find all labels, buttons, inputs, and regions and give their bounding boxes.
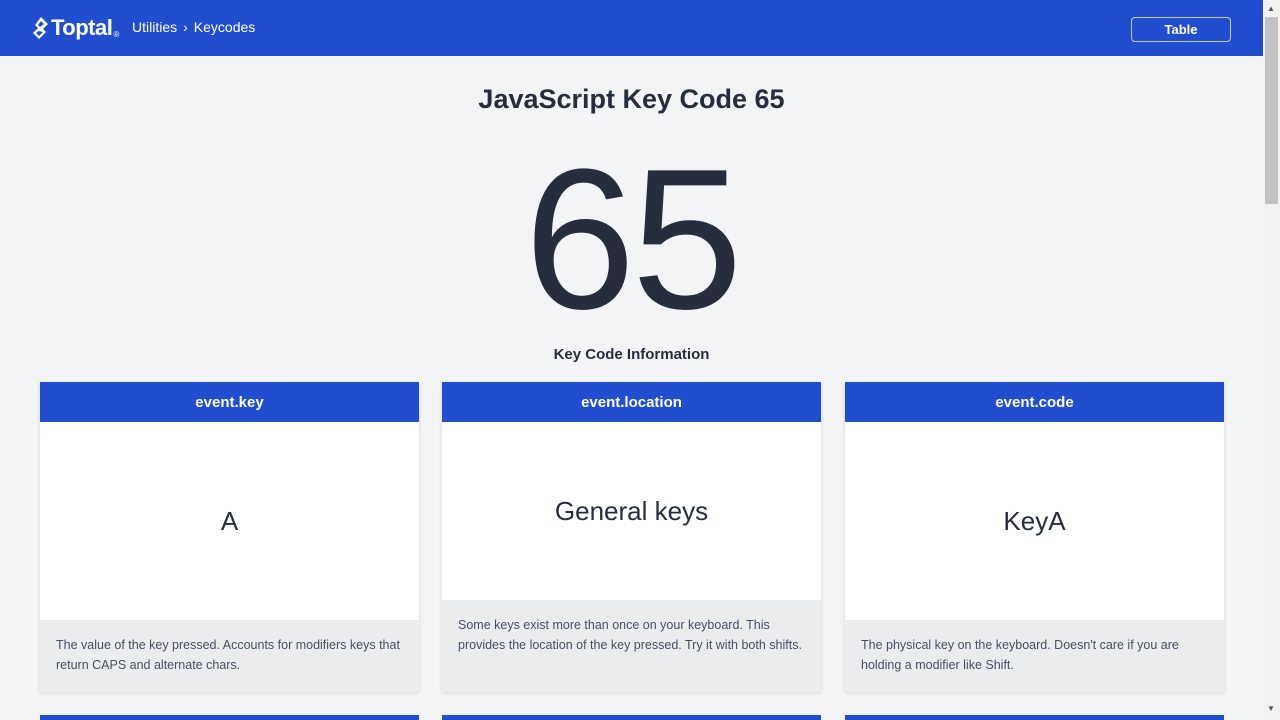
next-card-header: [40, 715, 419, 720]
breadcrumb: Utilities › Keycodes: [132, 19, 255, 35]
toptal-logo[interactable]: Toptal ®: [32, 15, 119, 41]
event-key-card: event.key A The value of the key pressed…: [40, 382, 419, 692]
next-card-header: [845, 715, 1224, 720]
event-location-card-title: event.location: [442, 382, 821, 422]
event-location-description: Some keys exist more than once on your k…: [442, 600, 821, 692]
event-key-card-title: event.key: [40, 382, 419, 422]
scroll-down-arrow-icon[interactable]: ▼: [1267, 704, 1275, 713]
vertical-scrollbar[interactable]: ▲ ▼: [1263, 0, 1280, 720]
toptal-logo-icon: [33, 17, 48, 39]
scrollbar-thumb[interactable]: [1265, 17, 1278, 204]
top-navigation-bar: Toptal ® Utilities › Keycodes Table: [0, 0, 1263, 56]
event-code-description: The physical key on the keyboard. Doesn'…: [845, 620, 1224, 692]
event-location-value: General keys: [554, 495, 709, 526]
event-key-value: A: [220, 505, 239, 536]
event-location-card: event.location General keys Some keys ex…: [442, 382, 821, 692]
keycode-display: 65: [524, 128, 742, 351]
next-card-header: [442, 715, 821, 720]
chevron-right-icon: ›: [183, 19, 188, 35]
page-title: JavaScript Key Code 65: [478, 84, 785, 114]
table-button[interactable]: Table: [1131, 17, 1231, 42]
breadcrumb-keycodes-link[interactable]: Keycodes: [194, 19, 255, 35]
scroll-up-arrow-icon[interactable]: ▲: [1267, 4, 1275, 13]
registered-mark: ®: [113, 29, 120, 39]
event-key-description: The value of the key pressed. Accounts f…: [40, 620, 419, 692]
breadcrumb-utilities-link[interactable]: Utilities: [132, 19, 177, 35]
event-code-card-title: event.code: [845, 382, 1224, 422]
event-code-card: event.code KeyA The physical key on the …: [845, 382, 1224, 692]
logo-wordmark: Toptal: [51, 15, 113, 40]
key-code-information-heading: Key Code Information: [553, 346, 710, 363]
event-code-value: KeyA: [1003, 505, 1066, 536]
